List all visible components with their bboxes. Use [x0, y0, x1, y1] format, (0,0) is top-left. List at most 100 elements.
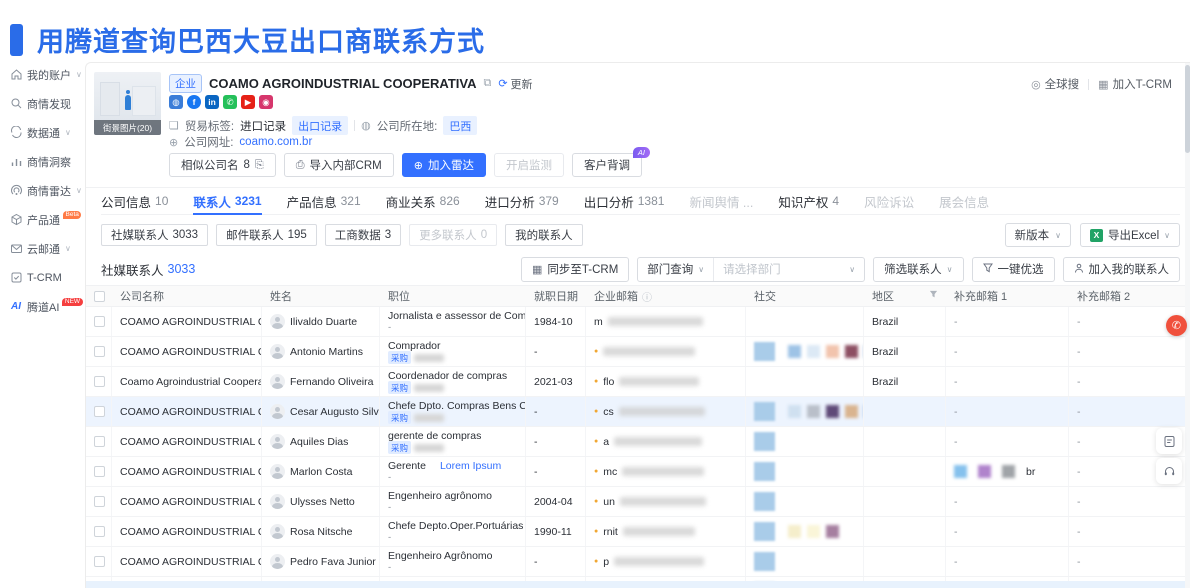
sidebar-item-商情发现[interactable]: 商情发现: [0, 89, 85, 118]
sidebar-item-我的账户[interactable]: 我的账户∨: [0, 60, 85, 89]
row-checkbox[interactable]: [94, 346, 105, 357]
copy-icon[interactable]: ⧉: [483, 77, 491, 90]
column-header-label: 地区: [872, 288, 894, 304]
lorem-link[interactable]: Lorem Ipsum: [440, 461, 501, 472]
crm-icon: [9, 271, 23, 285]
data-icon: [9, 126, 23, 140]
social-cell: [746, 307, 864, 336]
facebook-icon[interactable]: f: [187, 95, 201, 109]
sidebar-item-label: 产品通: [27, 212, 60, 228]
tab-进口分析[interactable]: 进口分析379: [485, 188, 559, 214]
sidebar-item-商情洞察[interactable]: 商情洞察: [0, 147, 85, 176]
chip-邮件联系人[interactable]: 邮件联系人195: [216, 224, 317, 246]
sidebar-item-label: T-CRM: [27, 272, 62, 284]
extra-email-1-text: br: [1026, 466, 1035, 478]
global-search-button[interactable]: ◎ 全球搜: [1031, 76, 1079, 92]
export-record-tag[interactable]: 出口记录: [292, 116, 348, 135]
website-icon[interactable]: ◍: [169, 95, 183, 109]
youtube-icon[interactable]: ▶: [241, 95, 255, 109]
similar-company-button[interactable]: 相似公司名 8 ⎘: [169, 153, 276, 177]
instagram-icon[interactable]: ◉: [259, 95, 273, 109]
sidebar-item-数据通[interactable]: 数据通∨: [0, 118, 85, 147]
censored-badge: [414, 354, 444, 362]
job-title-cell: Chefe Depto.Oper.Portuárias-: [380, 517, 526, 546]
company-cell: COAMO AGROINDUSTRIAL COOPERAT...: [112, 397, 262, 426]
scrollbar-thumb[interactable]: [1185, 65, 1190, 153]
row-checkbox[interactable]: [94, 406, 105, 417]
chip-count: 0: [481, 229, 487, 241]
plus-circle-icon: ⊕: [414, 159, 423, 172]
product-icon: [9, 213, 23, 227]
column-header-label: 职位: [388, 288, 410, 304]
join-radar-button[interactable]: ⊕ 加入雷达: [402, 153, 486, 177]
chip-工商数据[interactable]: 工商数据3: [325, 224, 401, 246]
company-cell: COAMO AGROINDUSTRIAL COOPERAT...: [112, 307, 262, 336]
import-record-tag[interactable]: 进口记录: [240, 118, 286, 134]
tab-label: 风险诉讼: [864, 192, 914, 211]
dash: -: [954, 406, 958, 418]
tab-count: 3231: [235, 194, 262, 208]
export-excel-button[interactable]: X 导出Excel ∨: [1080, 223, 1180, 247]
tab-知识产权[interactable]: 知识产权4: [778, 188, 839, 214]
department-query-dropdown[interactable]: 部门查询 ∨: [638, 258, 714, 281]
row-checkbox[interactable]: [94, 466, 105, 477]
sidebar-item-label: 云邮通: [27, 241, 60, 257]
censored-social-icon: [754, 492, 775, 511]
whatsapp-icon[interactable]: ✆: [223, 95, 237, 109]
job-title-tags: 采购: [388, 353, 444, 363]
location-value[interactable]: 巴西: [443, 116, 477, 135]
row-checkbox[interactable]: [94, 436, 105, 447]
row-checkbox[interactable]: [94, 496, 105, 507]
email-prefix: p: [603, 556, 609, 568]
email-prefix: cs: [603, 406, 614, 418]
sidebar-item-T-CRM[interactable]: T-CRM: [0, 263, 85, 292]
one-click-select-button[interactable]: 一键优选: [972, 257, 1055, 282]
sidebar-item-云邮通[interactable]: 云邮通∨: [0, 234, 85, 263]
extra-email-1-cell: -: [946, 397, 1069, 426]
version-dropdown[interactable]: 新版本 ∨: [1005, 223, 1071, 247]
region-cell: [864, 547, 946, 576]
email-prefix: m: [594, 316, 603, 328]
tab-联系人[interactable]: 联系人3231: [193, 188, 261, 214]
linkedin-icon[interactable]: in: [205, 95, 219, 109]
filter-icon[interactable]: [929, 290, 938, 302]
row-checkbox-cell: [86, 307, 112, 336]
filter-contacts-dropdown[interactable]: 筛选联系人 ∨: [873, 257, 963, 282]
extra-email-1-cell: -: [946, 367, 1069, 396]
hotline-floating-icon[interactable]: ✆: [1166, 315, 1187, 336]
sidebar-item-商情雷达[interactable]: 商情雷达∨: [0, 176, 85, 205]
website-link[interactable]: coamo.com.br: [239, 136, 312, 148]
street-view-thumbnail[interactable]: 街景图片(20): [94, 72, 161, 135]
sync-tcrm-button[interactable]: ▦ 同步至T-CRM: [521, 257, 629, 282]
row-checkbox[interactable]: [94, 316, 105, 327]
contact-name: Marlon Costa: [290, 466, 352, 478]
row-checkbox[interactable]: [94, 526, 105, 537]
row-checkbox[interactable]: [94, 376, 105, 387]
censored-social-icon: [826, 405, 839, 418]
import-crm-button[interactable]: ⎙ 导入内部CRM: [284, 153, 394, 177]
customer-background-button[interactable]: 客户背调 AI: [572, 153, 642, 177]
customer-service-floating-button[interactable]: [1156, 458, 1182, 484]
tab-商业关系[interactable]: 商业关系826: [386, 188, 460, 214]
chip-更多联系人: 更多联系人0: [409, 224, 497, 246]
sidebar-item-腾道AI[interactable]: AI腾道AINEW›: [0, 292, 85, 321]
sidebar-item-产品通[interactable]: 产品通Beta∨: [0, 205, 85, 234]
tab-产品信息[interactable]: 产品信息321: [287, 188, 361, 214]
avatar: [270, 314, 285, 329]
chip-社媒联系人[interactable]: 社媒联系人3033: [101, 224, 208, 246]
add-my-contacts-button[interactable]: 加入我的联系人: [1063, 257, 1181, 282]
start-date-cell: -: [526, 397, 586, 426]
tab-出口分析[interactable]: 出口分析1381: [584, 188, 665, 214]
tab-公司信息[interactable]: 公司信息10: [101, 188, 168, 214]
department-select[interactable]: 请选择部门 ∨: [714, 258, 864, 281]
join-tcrm-button[interactable]: ▦ 加入T-CRM: [1098, 76, 1172, 92]
column-header-label: 补充邮箱 1: [954, 288, 1007, 304]
chip-我的联系人[interactable]: 我的联系人: [505, 224, 583, 246]
refresh-button[interactable]: ⟳ 更新: [498, 76, 532, 92]
region-cell: Brazil: [864, 367, 946, 396]
section-count: 3033: [168, 262, 196, 276]
row-checkbox[interactable]: [94, 556, 105, 567]
feedback-floating-button[interactable]: [1156, 428, 1182, 454]
region-cell: Brazil: [864, 337, 946, 366]
select-all-checkbox[interactable]: [94, 291, 105, 302]
